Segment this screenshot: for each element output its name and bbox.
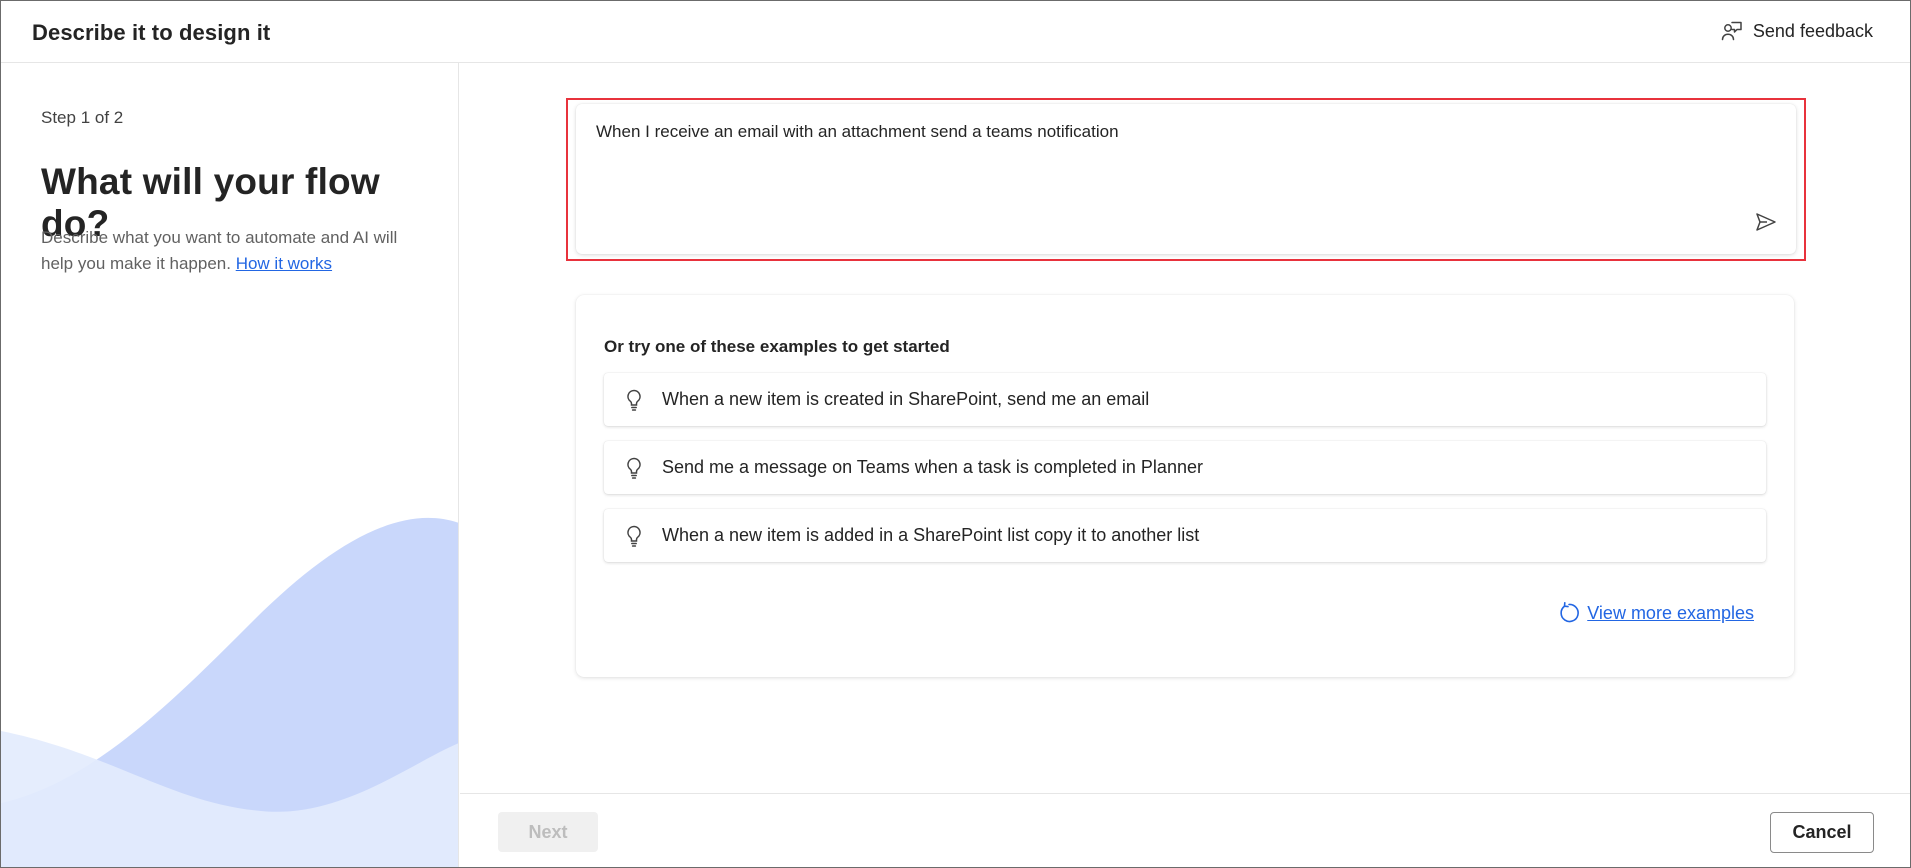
- step-indicator: Step 1 of 2: [41, 108, 124, 127]
- person-feedback-icon: [1720, 19, 1744, 43]
- left-panel: Step 1 of 2 What will your flow do? Desc…: [1, 63, 459, 867]
- send-feedback-label: Send feedback: [1752, 20, 1873, 41]
- prompt-input[interactable]: When I receive an email with an attachme…: [576, 104, 1796, 254]
- how-it-works-link[interactable]: How it works: [236, 254, 332, 273]
- refresh-icon: [1557, 601, 1581, 625]
- panel-description: Describe what you want to automate and A…: [41, 225, 431, 277]
- header: Describe it to design it Send feedback: [1, 1, 1910, 63]
- footer: Next Cancel: [460, 793, 1910, 867]
- example-item[interactable]: Send me a message on Teams when a task i…: [604, 441, 1766, 494]
- description-text: Describe what you want to automate and A…: [41, 228, 398, 273]
- cancel-button[interactable]: Cancel: [1770, 812, 1874, 853]
- send-feedback-button[interactable]: Send feedback: [1720, 19, 1873, 43]
- example-item[interactable]: When a new item is created in SharePoint…: [604, 373, 1766, 426]
- view-more-label: View more examples: [1587, 602, 1754, 623]
- lightbulb-icon: [624, 456, 644, 480]
- lightbulb-icon: [624, 524, 644, 548]
- prompt-input-text[interactable]: When I receive an email with an attachme…: [596, 122, 1119, 142]
- example-item[interactable]: When a new item is added in a SharePoint…: [604, 509, 1766, 562]
- view-more-examples-link[interactable]: View more examples: [1557, 601, 1754, 625]
- lightbulb-icon: [624, 388, 644, 412]
- send-button[interactable]: [1752, 210, 1780, 238]
- page-title: Describe it to design it: [32, 20, 271, 45]
- example-label: When a new item is created in SharePoint…: [662, 389, 1150, 409]
- send-icon: [1754, 210, 1778, 239]
- example-label: When a new item is added in a SharePoint…: [662, 525, 1200, 545]
- examples-card: Or try one of these examples to get star…: [576, 295, 1794, 677]
- next-button[interactable]: Next: [498, 812, 598, 852]
- examples-title: Or try one of these examples to get star…: [604, 337, 950, 356]
- example-label: Send me a message on Teams when a task i…: [662, 457, 1203, 477]
